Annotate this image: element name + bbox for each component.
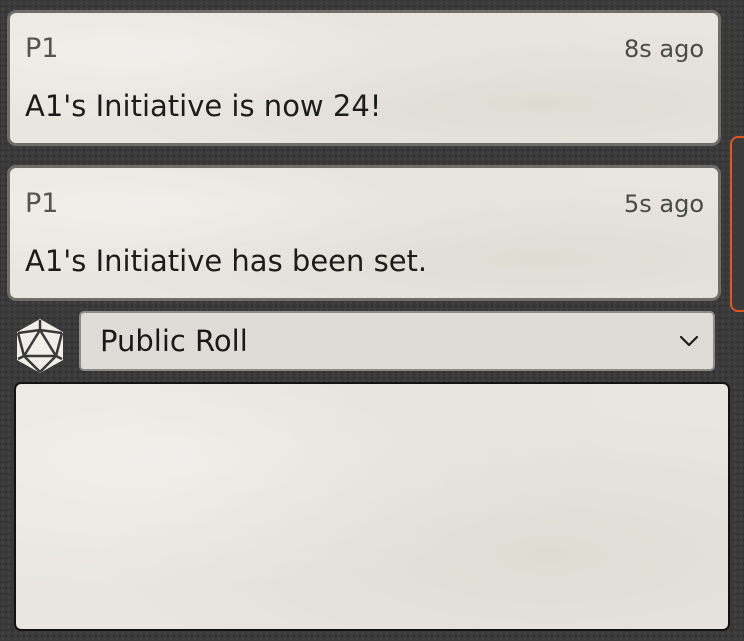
chat-message: P1 5s ago A1's Initiative has been set. bbox=[7, 165, 721, 301]
d20-dice-icon[interactable] bbox=[14, 318, 66, 374]
message-content: A1's Initiative is now 24! bbox=[25, 89, 382, 123]
roll-mode-select[interactable]: Public Roll bbox=[79, 311, 715, 371]
message-sender: P1 bbox=[25, 33, 59, 64]
message-sender: P1 bbox=[25, 188, 59, 219]
chevron-down-icon bbox=[679, 335, 699, 347]
chat-message: P1 8s ago A1's Initiative is now 24! bbox=[7, 10, 721, 146]
message-content: A1's Initiative has been set. bbox=[25, 244, 428, 278]
chat-scrollbar-thumb[interactable] bbox=[730, 136, 744, 312]
chat-message-input[interactable] bbox=[14, 382, 730, 631]
roll-mode-selected: Public Roll bbox=[100, 324, 248, 358]
message-timestamp: 8s ago bbox=[623, 35, 704, 63]
message-timestamp: 5s ago bbox=[623, 190, 704, 218]
